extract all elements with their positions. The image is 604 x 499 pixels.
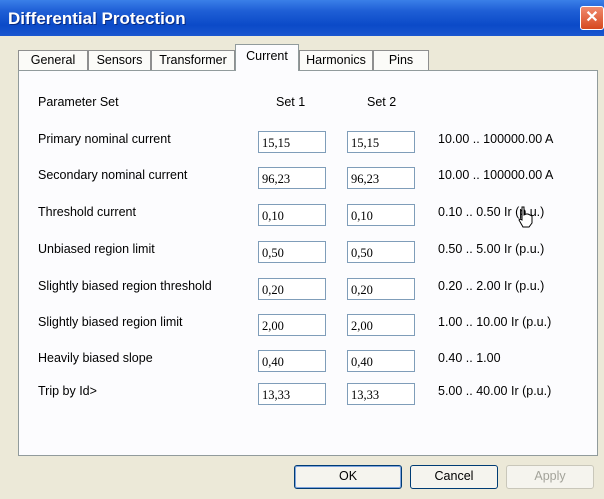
set1-value-field[interactable]: 2,00 xyxy=(258,314,326,336)
close-button[interactable]: ✕ xyxy=(580,6,604,30)
set1-value-field[interactable]: 13,33 xyxy=(258,383,326,405)
tab-current[interactable]: Current xyxy=(235,44,299,71)
set1-value-field[interactable]: 0,40 xyxy=(258,350,326,372)
range-text: 0.50 .. 5.00 Ir (p.u.) xyxy=(438,242,545,256)
set2-value-field[interactable]: 13,33 xyxy=(347,383,415,405)
set1-value-field[interactable]: 0,50 xyxy=(258,241,326,263)
tab-transformer[interactable]: Transformer xyxy=(151,50,235,70)
current-tab-panel: Parameter Set Set 1 Set 2 Primary nomina… xyxy=(18,70,598,456)
tab-pins[interactable]: Pins xyxy=(373,50,429,70)
set1-value-field[interactable]: 0,10 xyxy=(258,204,326,226)
range-text: 0.40 .. 1.00 xyxy=(438,351,501,365)
window-title: Differential Protection xyxy=(8,9,186,28)
row-label: Secondary nominal current xyxy=(38,168,188,182)
set2-value-field[interactable]: 0,50 xyxy=(347,241,415,263)
row-label: Trip by Id> xyxy=(38,384,97,398)
set1-header: Set 1 xyxy=(276,95,306,109)
range-text: 0.20 .. 2.00 Ir (p.u.) xyxy=(438,279,545,293)
set1-value-field[interactable]: 96,23 xyxy=(258,167,326,189)
set2-value-field[interactable]: 2,00 xyxy=(347,314,415,336)
cancel-button[interactable]: Cancel xyxy=(410,465,498,489)
title-bar[interactable]: Differential Protection ✕ xyxy=(0,0,604,36)
row-label: Primary nominal current xyxy=(38,132,171,146)
row-label: Slightly biased region limit xyxy=(38,315,183,329)
range-text: 10.00 .. 100000.00 A xyxy=(438,168,554,182)
set1-value-field[interactable]: 15,15 xyxy=(258,131,326,153)
set2-value-field[interactable]: 15,15 xyxy=(347,131,415,153)
apply-button[interactable]: Apply xyxy=(506,465,594,489)
row-label: Slightly biased region threshold xyxy=(38,279,212,293)
tab-sensors[interactable]: Sensors xyxy=(88,50,151,70)
range-text: 5.00 .. 40.00 Ir (p.u.) xyxy=(438,384,552,398)
hand-cursor-icon xyxy=(518,206,533,228)
ok-button[interactable]: OK xyxy=(294,465,402,489)
row-label: Threshold current xyxy=(38,205,136,219)
tab-harmonics[interactable]: Harmonics xyxy=(299,50,373,70)
parameter-set-header: Parameter Set xyxy=(38,95,119,109)
set2-value-field[interactable]: 0,10 xyxy=(347,204,415,226)
set2-value-field[interactable]: 96,23 xyxy=(347,167,415,189)
set2-value-field[interactable]: 0,20 xyxy=(347,278,415,300)
range-text: 10.00 .. 100000.00 A xyxy=(438,132,554,146)
tab-general[interactable]: General xyxy=(18,50,88,70)
set2-value-field[interactable]: 0,40 xyxy=(347,350,415,372)
range-text: 1.00 .. 10.00 Ir (p.u.) xyxy=(438,315,552,329)
row-label: Heavily biased slope xyxy=(38,351,153,365)
row-label: Unbiased region limit xyxy=(38,242,155,256)
dialog-window: Differential Protection ✕ General Sensor… xyxy=(0,0,604,499)
set2-header: Set 2 xyxy=(367,95,397,109)
set1-value-field[interactable]: 0,20 xyxy=(258,278,326,300)
